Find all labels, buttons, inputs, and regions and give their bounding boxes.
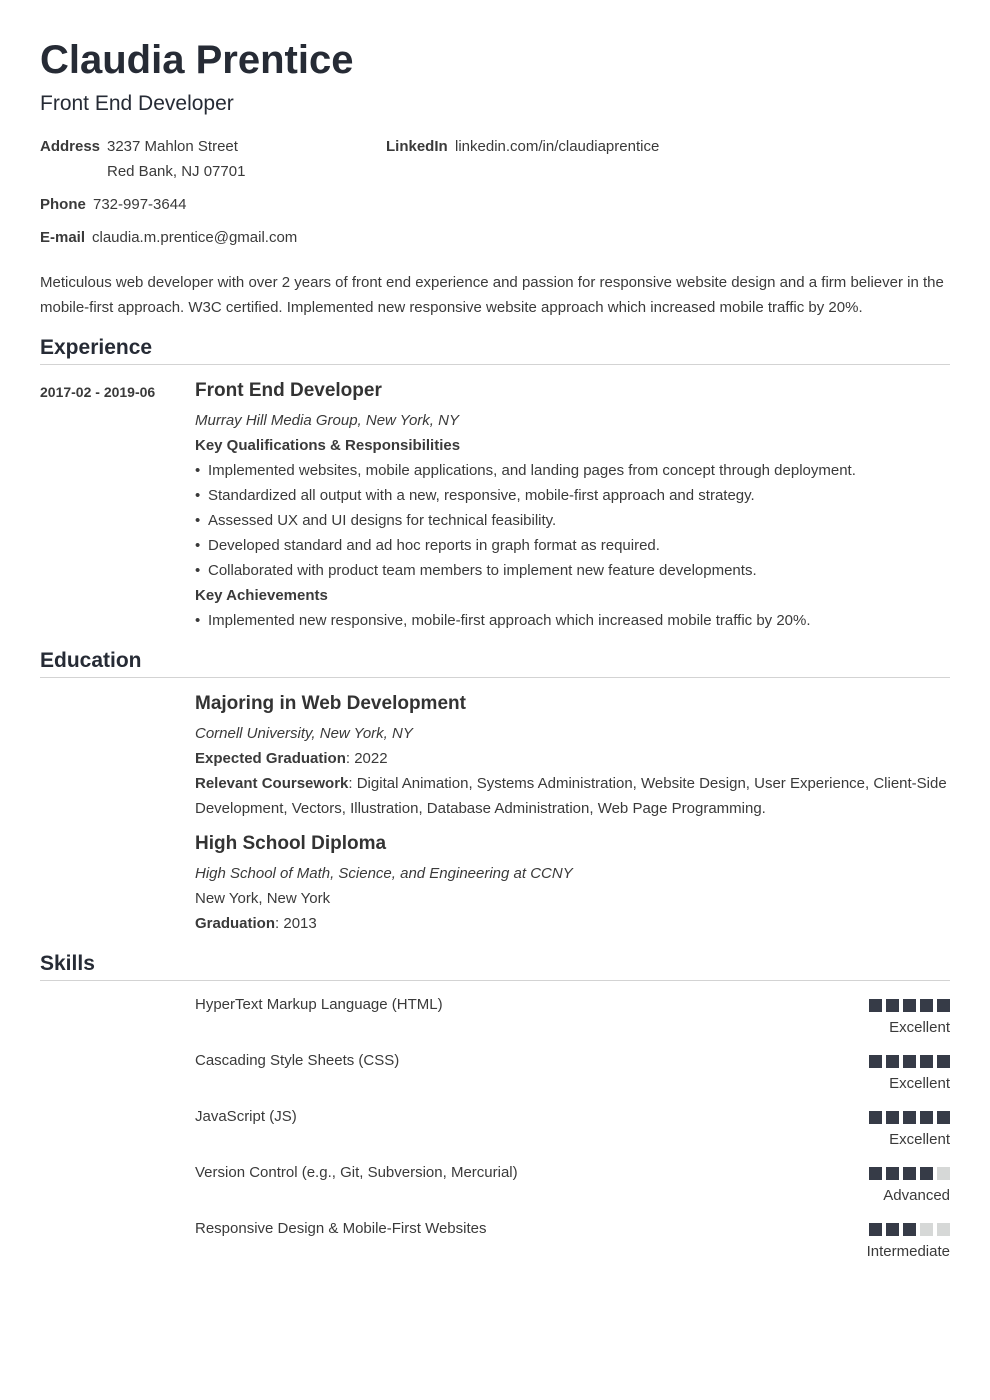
candidate-name: Claudia Prentice [40, 38, 354, 82]
rating-square-empty [937, 1223, 950, 1236]
rating-square-filled [903, 1167, 916, 1180]
rating-square-filled [920, 1055, 933, 1068]
rating-square-filled [920, 1111, 933, 1124]
rating-square-filled [886, 1111, 899, 1124]
list-item: • Collaborated with product team members … [195, 562, 757, 579]
list-item: • Implemented new responsive, mobile-firs… [195, 612, 811, 629]
list-item: • Implemented websites, mobile applicatio… [195, 462, 856, 479]
rating-square-filled [869, 1167, 882, 1180]
skill-level: Excellent [889, 1019, 950, 1036]
summary: Meticulous web developer with over 2 yea… [40, 274, 944, 316]
list-item: • Assessed UX and UI designs for technica… [195, 512, 557, 529]
job-dates: 2017-02 - 2019-06 [40, 384, 156, 400]
skill-name: Version Control (e.g., Git, Subversion, … [195, 1164, 518, 1181]
job-company: Murray Hill Media Group, New York, NY [195, 412, 459, 429]
rating-square-filled [886, 1055, 899, 1068]
rating-square-filled [903, 1111, 916, 1124]
candidate-role: Front End Developer [40, 92, 234, 115]
rating-square-empty [920, 1223, 933, 1236]
school-location: New York, New York [195, 890, 331, 907]
skill-rating [869, 1111, 950, 1124]
skill-name: JavaScript (JS) [195, 1108, 297, 1125]
rating-square-filled [869, 1055, 882, 1068]
skill-name: Responsive Design & Mobile-First Website… [195, 1220, 487, 1237]
skill-level: Intermediate [866, 1243, 950, 1260]
skill-level: Advanced [883, 1187, 950, 1204]
linkedin-label: LinkedIn [386, 138, 448, 155]
list-item: • Standardized all output with a new, res… [195, 487, 755, 504]
rating-square-filled [869, 1223, 882, 1236]
degree-title: High School Diploma [195, 833, 387, 854]
rating-square-filled [903, 1223, 916, 1236]
skill-name: Cascading Style Sheets (CSS) [195, 1052, 400, 1069]
rating-square-filled [920, 999, 933, 1012]
rating-square-filled [903, 1055, 916, 1068]
degree-title: Majoring in Web Development [195, 693, 466, 714]
rating-square-filled [869, 1111, 882, 1124]
email-label: E-mail [40, 229, 86, 246]
skill-name: HyperText Markup Language (HTML) [195, 996, 443, 1013]
achievements-heading: Key Achievements [195, 587, 328, 604]
qualifications-heading: Key Qualifications & Responsibilities [195, 437, 461, 454]
rating-square-filled [937, 1111, 950, 1124]
coursework: Relevant Coursework: Digital Animation, … [195, 775, 947, 817]
phone-value: 732-997-3644 [93, 196, 187, 213]
rating-square-filled [886, 1223, 899, 1236]
skill-rating [869, 1223, 950, 1236]
job-title: Front End Developer [195, 380, 382, 401]
school-name: High School of Math, Science, and Engine… [195, 865, 573, 882]
contact-address: Address [40, 137, 100, 157]
section-title-skills: Skills [40, 951, 950, 981]
skill-rating [869, 1167, 950, 1180]
rating-square-filled [886, 999, 899, 1012]
skill-rating [869, 999, 950, 1012]
graduation-line: Graduation: 2013 [195, 915, 317, 932]
phone-label: Phone [40, 196, 86, 213]
linkedin-link[interactable]: linkedin.com/in/claudiaprentice [455, 137, 659, 157]
rating-square-filled [937, 999, 950, 1012]
address-label: Address [40, 138, 101, 155]
rating-square-filled [886, 1167, 899, 1180]
section-title-experience: Experience [40, 335, 950, 365]
rating-square-filled [903, 999, 916, 1012]
list-item: • Developed standard and ad hoc reports i… [195, 537, 660, 554]
address-line1: 3237 Mahlon Street [107, 138, 238, 155]
skill-level: Excellent [889, 1075, 950, 1092]
section-title-education: Education [40, 648, 950, 678]
school-name: Cornell University, New York, NY [195, 725, 413, 742]
rating-square-filled [869, 999, 882, 1012]
skill-rating [869, 1055, 950, 1068]
rating-square-filled [937, 1055, 950, 1068]
skill-level: Excellent [889, 1131, 950, 1148]
graduation-line: Expected Graduation: 2022 [195, 750, 388, 767]
email-link[interactable]: claudia.m.prentice@gmail.com [92, 228, 297, 248]
rating-square-filled [920, 1167, 933, 1180]
rating-square-empty [937, 1167, 950, 1180]
address-line2: Red Bank, NJ 07701 [107, 163, 246, 180]
